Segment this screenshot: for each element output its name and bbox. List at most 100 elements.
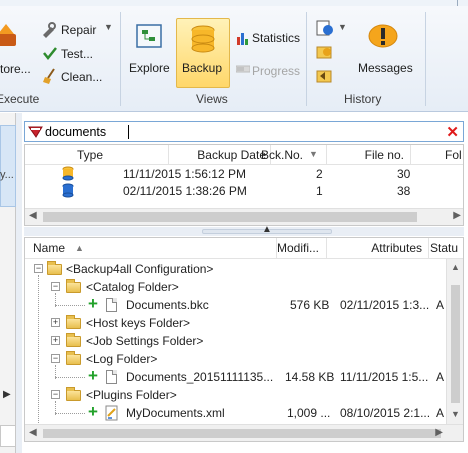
collapse-icon[interactable]: − <box>51 390 60 399</box>
folder-icon <box>66 387 81 401</box>
explore-icon <box>136 24 162 51</box>
modified-cell: 14.58 KB <box>285 370 335 384</box>
group-separator <box>306 12 307 106</box>
attributes-cell: 08/10/2015 2:1... <box>340 406 431 420</box>
tree-row[interactable]: + MyDocuments.xml 1,009 ... 08/10/2015 2… <box>25 403 445 424</box>
panel-expand-arrow-icon[interactable]: ▶ <box>3 389 11 400</box>
backup-date-cell: 11/11/2015 1:56:12 PM <box>123 167 246 181</box>
tree-row[interactable]: + <Host keys Folder> <box>25 314 445 332</box>
scroll-left-icon[interactable]: ◀ <box>29 427 37 438</box>
repair-icon <box>41 22 57 41</box>
folder-icon <box>47 261 62 275</box>
xml-file-icon <box>105 405 119 424</box>
column-header-type[interactable]: Type <box>77 145 169 165</box>
repair-button[interactable]: Repair <box>61 23 96 37</box>
messages-button[interactable]: Messages <box>358 61 413 75</box>
history-dropdown-icon[interactable]: ▼ <box>338 22 347 32</box>
history-group-label: History <box>344 92 382 106</box>
modified-cell: 1,009 ... <box>287 406 331 420</box>
file-no-cell: 38 <box>397 184 411 198</box>
scroll-up-icon[interactable]: ▲ <box>451 262 460 272</box>
restore-icon <box>0 22 20 55</box>
column-header-folder[interactable]: Fol <box>445 145 463 165</box>
progress-icon <box>235 63 251 78</box>
bck-no-cell: 2 <box>316 167 323 181</box>
table-row[interactable]: 02/11/2015 1:38:26 PM 1 38 <box>25 182 463 199</box>
group-separator <box>425 12 426 106</box>
history-restore-icon <box>316 68 334 87</box>
status-cell: A <box>436 298 445 312</box>
test-check-icon <box>42 45 58 64</box>
bck-no-cell: 1 <box>316 184 323 198</box>
scroll-left-icon[interactable]: ◀ <box>29 210 37 221</box>
tree-item-label: <Backup4all Configuration> <box>66 262 214 276</box>
attributes-cell: 02/11/2015 1:3... <box>340 298 430 312</box>
status-cell: A <box>436 406 445 420</box>
tree-item-label: <Plugins Folder> <box>86 388 177 402</box>
files-horizontal-scrollbar[interactable]: ◀ ▶ <box>25 424 463 441</box>
explore-button[interactable]: Explore <box>129 61 170 75</box>
search-input-value: documents <box>45 125 107 139</box>
left-splitter[interactable] <box>16 113 22 453</box>
table-row[interactable]: 11/11/2015 1:56:12 PM 2 30 <box>25 165 463 182</box>
collapse-up-icon[interactable]: ▲ <box>262 224 272 235</box>
search-filter-icon <box>28 125 43 142</box>
statistics-button[interactable]: Statistics <box>252 31 300 45</box>
collapse-icon[interactable]: − <box>51 354 60 363</box>
left-strip-selected-item[interactable] <box>0 125 16 207</box>
column-header-name[interactable]: Name <box>33 238 277 258</box>
tree-item-label: <Host keys Folder> <box>86 316 191 330</box>
history-open-icon <box>316 44 334 63</box>
scrollbar-thumb[interactable] <box>43 429 441 438</box>
scrollbar-thumb[interactable] <box>43 212 417 222</box>
column-header-status[interactable]: Statu <box>430 238 463 258</box>
ribbon-top-strip <box>0 0 468 6</box>
tree-item-label: Documents_20151111135... <box>126 370 274 384</box>
tree-line <box>55 413 85 414</box>
scroll-right-icon[interactable]: ▶ <box>435 427 443 438</box>
backup-date-cell: 02/11/2015 1:38:26 PM <box>123 184 247 198</box>
window-control-edge <box>457 0 458 6</box>
tree-row[interactable]: + Documents.bkc 576 KB 02/11/2015 1:3...… <box>25 294 445 314</box>
new-file-plus-icon: + <box>88 294 98 313</box>
column-header-modified[interactable]: Modifi... <box>277 238 327 258</box>
tree-row[interactable]: + Documents_20151111135... 14.58 KB 11/1… <box>25 366 445 386</box>
backup-button[interactable]: Backup <box>182 61 222 75</box>
search-input[interactable]: documents ✕ <box>24 121 464 142</box>
views-group-label: Views <box>196 92 228 106</box>
tree-item-label: Documents.bkc <box>126 298 209 312</box>
scroll-down-icon[interactable]: ▼ <box>451 409 460 419</box>
expand-icon[interactable]: + <box>51 336 60 345</box>
file-no-cell: 30 <box>397 167 411 181</box>
folder-icon <box>66 279 81 293</box>
backup-database-icon <box>189 24 217 59</box>
statistics-icon <box>236 31 250 48</box>
new-file-plus-icon: + <box>88 366 98 385</box>
backups-horizontal-scrollbar[interactable]: ◀ ▶ <box>25 208 463 225</box>
folder-icon <box>66 333 81 347</box>
tree-row[interactable]: − <Backup4all Configuration> <box>25 260 445 278</box>
restore-button[interactable]: tore... <box>0 62 31 76</box>
column-header-file-no[interactable]: File no. <box>327 145 411 165</box>
scrollbar-thumb[interactable] <box>451 285 460 403</box>
expand-icon[interactable]: + <box>51 318 60 327</box>
collapse-icon[interactable]: − <box>51 282 60 291</box>
test-button[interactable]: Test... <box>61 47 93 61</box>
column-header-backup-date[interactable]: Backup Date <box>171 145 271 165</box>
files-vertical-scrollbar[interactable]: ▲ ▼ <box>446 259 463 424</box>
tree-line <box>55 305 85 306</box>
file-icon <box>106 298 117 312</box>
scroll-right-icon[interactable]: ▶ <box>453 210 461 221</box>
tree-row[interactable]: + <Job Settings Folder> <box>25 332 445 350</box>
clear-search-icon[interactable]: ✕ <box>446 123 459 141</box>
tree-item-label: MyDocuments.xml <box>126 406 225 420</box>
lists-splitter[interactable]: ▲ <box>24 224 464 236</box>
progress-button[interactable]: Progress <box>252 64 300 78</box>
clean-button[interactable]: Clean... <box>61 70 102 84</box>
left-navigation-strip: y... ▶ <box>0 113 16 453</box>
column-header-attributes[interactable]: Attributes <box>327 238 429 258</box>
backups-list: Type Backup Date Bck.No. ▼ File no. Fol … <box>24 144 464 226</box>
collapse-icon[interactable]: − <box>34 264 43 273</box>
repair-dropdown-icon[interactable]: ▼ <box>104 22 113 32</box>
tree-item-label: <Log Folder> <box>86 352 158 366</box>
